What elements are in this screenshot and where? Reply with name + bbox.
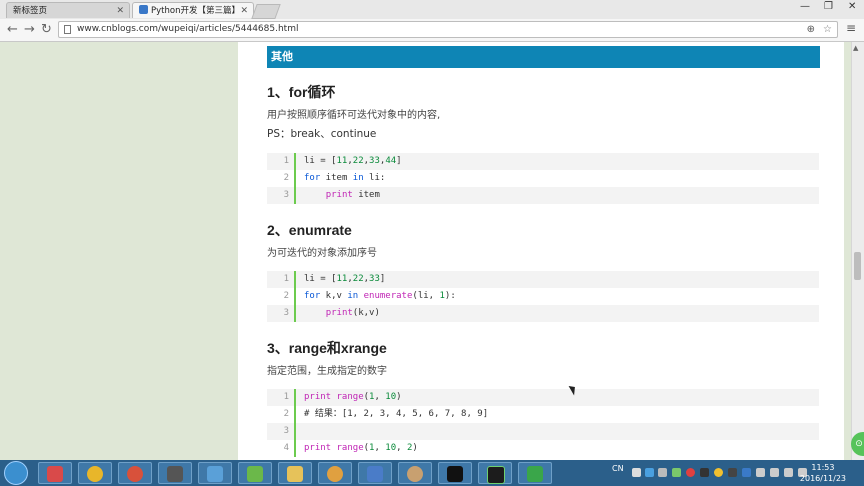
chrome-icon xyxy=(87,466,103,482)
taskbar-app-palette[interactable] xyxy=(318,462,352,484)
tray-monitor-icon[interactable] xyxy=(770,468,779,477)
code-block-enumerate: 1 li = [11,22,33] 2 for k,v in enumerate… xyxy=(267,271,819,322)
bird-icon xyxy=(127,466,143,482)
clock-time: 11:53 xyxy=(811,463,835,472)
code-block-range: 1 print range(1, 10) 2 # 结果：[1, 2, 3, 4,… xyxy=(267,389,819,457)
palette-icon xyxy=(327,466,343,482)
heading-for-loop: 1、for循环 xyxy=(267,84,336,100)
page-viewport: 其他 1、for循环 用户按照顺序循环可迭代对象中的内容, PS：break、c… xyxy=(0,42,864,460)
tray-qq-icon[interactable] xyxy=(700,468,709,477)
tab-python-article[interactable]: Python开发【第三篇】 ✕ xyxy=(132,2,254,18)
taskbar-app-tool[interactable] xyxy=(158,462,192,484)
article-content: 其他 1、for循环 用户按照顺序循环可迭代对象中的内容, PS：break、c… xyxy=(238,42,844,460)
ps-note: PS：break、continue xyxy=(267,128,377,140)
taskbar-app-paint[interactable] xyxy=(38,462,72,484)
vim-icon xyxy=(527,466,543,482)
tray-flag-icon[interactable] xyxy=(756,468,765,477)
reload-icon[interactable]: ↻ xyxy=(41,22,52,38)
code-line: 2 for k,v in enumerate(li, 1): xyxy=(267,288,819,305)
code-line: 2 # 结果：[1, 2, 3, 4, 5, 6, 7, 8, 9] xyxy=(267,406,819,423)
paint-icon xyxy=(47,466,63,482)
taskbar-app-terminal[interactable] xyxy=(438,462,472,484)
taskbar-app-avatar[interactable] xyxy=(398,462,432,484)
terminal-icon xyxy=(447,466,463,482)
bookmark-star-icon[interactable]: ☆ xyxy=(823,22,832,37)
scroll-thumb[interactable] xyxy=(854,252,861,280)
heading-enumerate: 2、enumrate xyxy=(267,222,352,238)
folder-icon xyxy=(287,466,303,482)
tray-app-icon[interactable] xyxy=(672,468,681,477)
code-line: 1 li = [11,22,33] xyxy=(267,271,819,288)
url-text: www.cnblogs.com/wupeiqi/articles/5444685… xyxy=(77,24,299,34)
tool-icon xyxy=(167,466,183,482)
taskbar-app-explorer[interactable] xyxy=(198,462,232,484)
tray-smile-icon[interactable] xyxy=(714,468,723,477)
forward-icon[interactable]: → xyxy=(24,22,35,38)
taskbar-app-vim[interactable] xyxy=(518,462,552,484)
windows-taskbar: CN 11:53 2016/11/23 xyxy=(0,460,864,486)
taskbar-app-pycharm[interactable] xyxy=(478,462,512,484)
zoom-icon[interactable]: ⊕ xyxy=(807,22,815,37)
back-icon[interactable]: ← xyxy=(7,22,18,38)
browser-toolbar: ← → ↻ www.cnblogs.com/wupeiqi/articles/5… xyxy=(0,19,864,42)
tab-new-tab[interactable]: 新标签页 ✕ xyxy=(6,2,130,18)
code-line: 4 print range(1, 10, 2) xyxy=(267,440,819,457)
close-icon[interactable]: ✕ xyxy=(240,3,248,18)
system-clock[interactable]: 11:53 2016/11/23 xyxy=(800,462,846,484)
clock-date: 2016/11/23 xyxy=(799,474,846,483)
page-icon xyxy=(64,25,71,34)
tray-network-icon[interactable] xyxy=(784,468,793,477)
window-icon xyxy=(207,466,223,482)
chart-icon xyxy=(247,466,263,482)
tray-settings-icon[interactable] xyxy=(658,468,667,477)
address-bar[interactable]: www.cnblogs.com/wupeiqi/articles/5444685… xyxy=(58,21,838,38)
taskbar-app-bird[interactable] xyxy=(118,462,152,484)
tray-penguin-icon[interactable] xyxy=(728,468,737,477)
tray-help-icon[interactable] xyxy=(645,468,654,477)
enumerate-description: 为可迭代的对象添加序号 xyxy=(267,248,377,259)
code-line: 3 print item xyxy=(267,187,819,204)
menu-icon[interactable]: ≡ xyxy=(846,21,856,35)
code-block-for: 1 li = [11,22,33,44] 2 for item in li: 3… xyxy=(267,153,819,204)
new-tab-button[interactable] xyxy=(251,4,281,19)
start-button[interactable] xyxy=(4,461,28,485)
tab-strip: 新标签页 ✕ Python开发【第三篇】 ✕ — ❐ ✕ xyxy=(0,0,864,19)
section-banner: 其他 xyxy=(267,46,820,68)
range-description: 指定范围，生成指定的数字 xyxy=(267,366,387,377)
avatar-icon xyxy=(407,466,423,482)
tab-label: 新标签页 xyxy=(13,6,48,16)
taskbar-app-network[interactable] xyxy=(358,462,392,484)
minimize-icon[interactable]: — xyxy=(800,1,810,12)
code-line: 3 print(k,v) xyxy=(267,305,819,322)
window-close-icon[interactable]: ✕ xyxy=(848,1,856,12)
tray-keyboard-icon[interactable] xyxy=(632,468,641,477)
heading-range: 3、range和xrange xyxy=(267,340,387,356)
input-language-indicator[interactable]: CN xyxy=(612,464,624,473)
taskbar-app-folder[interactable] xyxy=(278,462,312,484)
tray-shield-icon[interactable] xyxy=(742,468,751,477)
code-line: 1 print range(1, 10) xyxy=(267,389,819,406)
taskbar-app-chart[interactable] xyxy=(238,462,272,484)
page-scrollbar[interactable]: ▲ xyxy=(851,42,864,460)
for-loop-description: 用户按照顺序循环可迭代对象中的内容, xyxy=(267,110,441,121)
network-icon xyxy=(367,466,383,482)
scroll-up-icon[interactable]: ▲ xyxy=(853,44,858,52)
close-icon[interactable]: ✕ xyxy=(116,3,124,18)
code-line: 3 xyxy=(267,423,819,440)
tab-label: Python开发【第三篇】 xyxy=(151,6,240,16)
code-line: 1 li = [11,22,33,44] xyxy=(267,153,819,170)
code-line: 2 for item in li: xyxy=(267,170,819,187)
page-favicon-icon xyxy=(139,5,148,14)
pycharm-icon xyxy=(487,466,505,484)
maximize-icon[interactable]: ❐ xyxy=(824,1,833,12)
taskbar-app-chrome[interactable] xyxy=(78,462,112,484)
tray-record-icon[interactable] xyxy=(686,468,695,477)
